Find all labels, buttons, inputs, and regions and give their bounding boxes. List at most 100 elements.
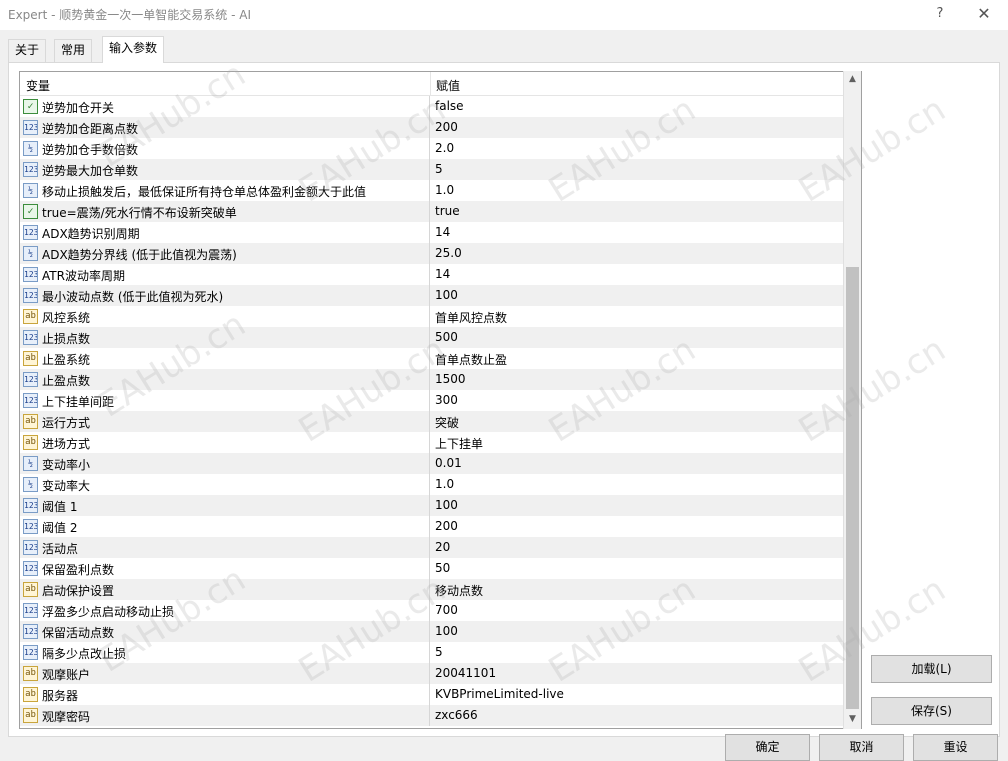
table-row[interactable]: 123 ADX趋势识别周期 14 — [20, 222, 844, 243]
variable-cell[interactable]: ½ 移动止损触发后，最低保证所有持仓单总体盈利金额大于此值 — [20, 180, 430, 201]
value-cell[interactable]: true — [431, 201, 844, 222]
table-row[interactable]: 123 止盈点数 1500 — [20, 369, 844, 390]
table-row[interactable]: 123 最小波动点数 (低于此值视为死水) 100 — [20, 285, 844, 306]
value-cell[interactable]: 200 — [431, 516, 844, 537]
table-row[interactable]: ab 止盈系统 首单点数止盈 — [20, 348, 844, 369]
cancel-button[interactable]: 取消 — [819, 734, 904, 761]
variable-cell[interactable]: ✓ true=震荡/死水行情不布设新突破单 — [20, 201, 430, 222]
table-row[interactable]: ½ 逆势加仓手数倍数 2.0 — [20, 138, 844, 159]
table-row[interactable]: 123 浮盈多少点启动移动止损 700 — [20, 600, 844, 621]
table-row[interactable]: ab 风控系统 首单风控点数 — [20, 306, 844, 327]
table-row[interactable]: 123 隔多少点改止损 5 — [20, 642, 844, 663]
value-cell[interactable]: 200 — [431, 117, 844, 138]
tab-about[interactable]: 关于 — [8, 39, 47, 62]
table-row[interactable]: ab 服务器 KVBPrimeLimited-live — [20, 684, 844, 705]
value-cell[interactable]: 100 — [431, 285, 844, 306]
variable-cell[interactable]: 123 止盈点数 — [20, 369, 430, 390]
value-cell[interactable]: 25.0 — [431, 243, 844, 264]
column-header-value[interactable]: 赋值 — [436, 77, 460, 94]
value-cell[interactable]: 50 — [431, 558, 844, 579]
table-row[interactable]: ✓ 逆势加仓开关 false — [20, 96, 844, 117]
table-row[interactable]: ✓ true=震荡/死水行情不布设新突破单 true — [20, 201, 844, 222]
value-cell[interactable]: 2.0 — [431, 138, 844, 159]
variable-cell[interactable]: 123 活动点 — [20, 537, 430, 558]
table-row[interactable]: 123 阈值 1 100 — [20, 495, 844, 516]
variable-cell[interactable]: ½ ADX趋势分界线 (低于此值视为震荡) — [20, 243, 430, 264]
table-row[interactable]: 123 阈值 2 200 — [20, 516, 844, 537]
variable-cell[interactable]: ab 进场方式 — [20, 432, 430, 453]
save-button[interactable]: 保存(S) — [871, 697, 992, 725]
variable-cell[interactable]: 123 ADX趋势识别周期 — [20, 222, 430, 243]
table-row[interactable]: ½ 变动率小 0.01 — [20, 453, 844, 474]
value-cell[interactable]: 300 — [431, 390, 844, 411]
variable-cell[interactable]: ab 观摩账户 — [20, 663, 430, 684]
table-row[interactable]: ½ ADX趋势分界线 (低于此值视为震荡) 25.0 — [20, 243, 844, 264]
table-row[interactable]: 123 上下挂单间距 300 — [20, 390, 844, 411]
variable-cell[interactable]: ½ 变动率小 — [20, 453, 430, 474]
value-cell[interactable]: 首单点数止盈 — [431, 348, 844, 369]
value-cell[interactable]: KVBPrimeLimited-live — [431, 684, 844, 705]
table-row[interactable]: ab 观摩账户 20041101 — [20, 663, 844, 684]
value-cell[interactable]: 20 — [431, 537, 844, 558]
value-cell[interactable]: 突破 — [431, 411, 844, 432]
table-row[interactable]: 123 ATR波动率周期 14 — [20, 264, 844, 285]
table-row[interactable]: 123 保留盈利点数 50 — [20, 558, 844, 579]
value-cell[interactable]: 1.0 — [431, 474, 844, 495]
variable-cell[interactable]: 123 保留活动点数 — [20, 621, 430, 642]
variable-cell[interactable]: 123 保留盈利点数 — [20, 558, 430, 579]
value-cell[interactable]: 14 — [431, 264, 844, 285]
table-row[interactable]: 123 逆势加仓距离点数 200 — [20, 117, 844, 138]
value-cell[interactable]: false — [431, 96, 844, 117]
table-row[interactable]: 123 保留活动点数 100 — [20, 621, 844, 642]
variable-cell[interactable]: 123 上下挂单间距 — [20, 390, 430, 411]
variable-cell[interactable]: ab 观摩密码 — [20, 705, 430, 726]
value-cell[interactable]: 5 — [431, 159, 844, 180]
close-button[interactable]: ✕ — [964, 2, 1004, 26]
vertical-scrollbar[interactable]: ▲ ▼ — [843, 71, 861, 729]
ok-button[interactable]: 确定 — [725, 734, 810, 761]
variable-cell[interactable]: ab 启动保护设置 — [20, 579, 430, 600]
column-header-variable[interactable]: 变量 — [26, 77, 50, 94]
value-cell[interactable]: zxc666 — [431, 705, 844, 726]
table-row[interactable]: ab 观摩密码 zxc666 — [20, 705, 844, 726]
table-row[interactable]: ab 运行方式 突破 — [20, 411, 844, 432]
table-row[interactable]: ab 启动保护设置 移动点数 — [20, 579, 844, 600]
variable-cell[interactable]: 123 最小波动点数 (低于此值视为死水) — [20, 285, 430, 306]
tab-common[interactable]: 常用 — [54, 39, 93, 62]
variable-cell[interactable]: ab 止盈系统 — [20, 348, 430, 369]
variable-cell[interactable]: 123 隔多少点改止损 — [20, 642, 430, 663]
value-cell[interactable]: 100 — [431, 621, 844, 642]
variable-cell[interactable]: 123 逆势加仓距离点数 — [20, 117, 430, 138]
variable-cell[interactable]: 123 止损点数 — [20, 327, 430, 348]
table-row[interactable]: 123 逆势最大加仓单数 5 — [20, 159, 844, 180]
value-cell[interactable]: 上下挂单 — [431, 432, 844, 453]
value-cell[interactable]: 500 — [431, 327, 844, 348]
table-row[interactable]: ½ 移动止损触发后，最低保证所有持仓单总体盈利金额大于此值 1.0 — [20, 180, 844, 201]
variable-cell[interactable]: 123 逆势最大加仓单数 — [20, 159, 430, 180]
variable-cell[interactable]: ✓ 逆势加仓开关 — [20, 96, 430, 117]
value-cell[interactable]: 100 — [431, 495, 844, 516]
value-cell[interactable]: 1.0 — [431, 180, 844, 201]
value-cell[interactable]: 14 — [431, 222, 844, 243]
help-button[interactable]: ? — [926, 2, 954, 26]
variable-cell[interactable]: ½ 逆势加仓手数倍数 — [20, 138, 430, 159]
column-divider[interactable] — [430, 72, 431, 96]
table-row[interactable]: ½ 变动率大 1.0 — [20, 474, 844, 495]
value-cell[interactable]: 首单风控点数 — [431, 306, 844, 327]
scroll-down-arrow-icon[interactable]: ▼ — [844, 711, 861, 728]
value-cell[interactable]: 700 — [431, 600, 844, 621]
variable-cell[interactable]: 123 阈值 1 — [20, 495, 430, 516]
reset-button[interactable]: 重设 — [913, 734, 998, 761]
value-cell[interactable]: 20041101 — [431, 663, 844, 684]
value-cell[interactable]: 0.01 — [431, 453, 844, 474]
variable-cell[interactable]: ½ 变动率大 — [20, 474, 430, 495]
value-cell[interactable]: 1500 — [431, 369, 844, 390]
scroll-up-arrow-icon[interactable]: ▲ — [844, 71, 861, 88]
variable-cell[interactable]: ab 服务器 — [20, 684, 430, 705]
variable-cell[interactable]: ab 风控系统 — [20, 306, 430, 327]
table-row[interactable]: 123 止损点数 500 — [20, 327, 844, 348]
table-row[interactable]: 123 活动点 20 — [20, 537, 844, 558]
variable-cell[interactable]: 123 浮盈多少点启动移动止损 — [20, 600, 430, 621]
variable-cell[interactable]: ab 运行方式 — [20, 411, 430, 432]
value-cell[interactable]: 5 — [431, 642, 844, 663]
